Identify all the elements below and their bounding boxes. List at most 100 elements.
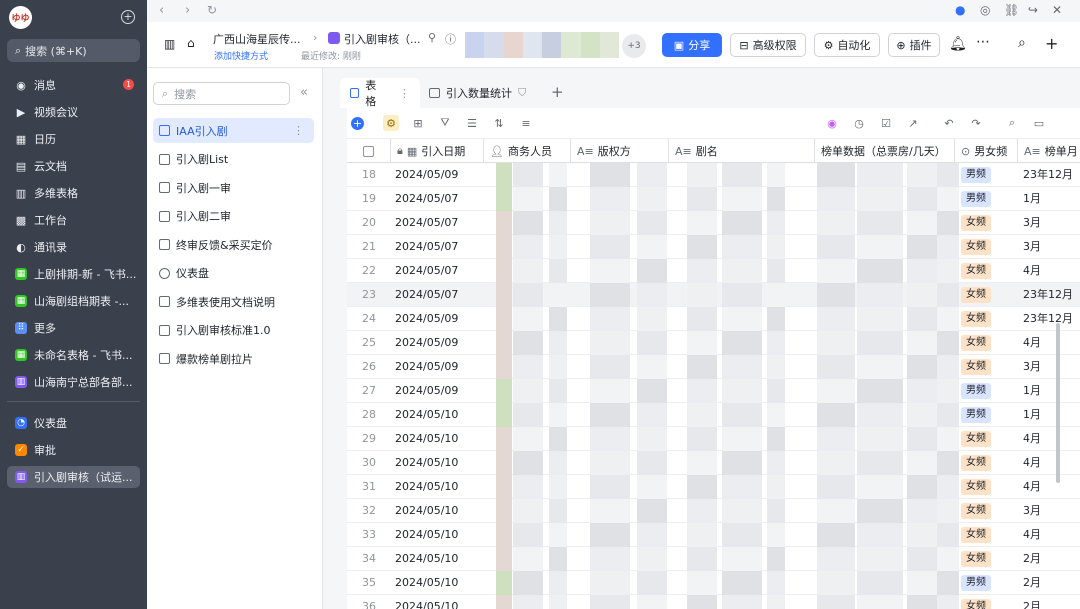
table-row[interactable]: 35 2024/05/10 男频 2月 — [347, 571, 1080, 595]
sidebar-table-3[interactable]: 引入剧二审 — [153, 204, 314, 229]
more-options-icon[interactable]: ⋯ — [976, 34, 990, 50]
new-plus-icon[interactable]: + — [121, 10, 135, 24]
home-icon[interactable]: ⌂ — [187, 36, 195, 50]
table-row[interactable]: 27 2024/05/09 男频 1月 — [347, 379, 1080, 403]
user-avatar[interactable]: ゆゆ — [9, 6, 32, 29]
checkbox-icon[interactable]: ☑ — [878, 115, 894, 131]
global-search[interactable]: ⌕ 搜索 (⌘+K) — [7, 39, 140, 62]
automation-button[interactable]: ⚙ 自动化 — [814, 33, 880, 57]
sort-icon[interactable]: ⇅ — [491, 115, 507, 131]
forward-share-icon[interactable]: ↪ — [1028, 3, 1038, 17]
add-view-icon[interactable]: + — [551, 83, 564, 101]
sidebar-table-1[interactable]: 引入剧List — [153, 147, 314, 172]
close-icon[interactable]: ✕ — [1052, 3, 1062, 17]
select-all-checkbox[interactable] — [347, 139, 391, 163]
sidebar-table-7[interactable]: 引入剧审核标准1.0 — [153, 318, 314, 343]
nav-item-3[interactable]: ▤ 云文档 — [7, 155, 140, 177]
back-arrow-icon[interactable]: ‹ — [159, 3, 164, 18]
nav-item-10[interactable]: ▦ 未命名表格 - 飞书... — [7, 344, 140, 366]
collaborator-avatars[interactable] — [465, 32, 619, 58]
doc-title[interactable]: 引入剧审核（... — [344, 31, 421, 47]
vertical-scrollbar[interactable] — [1056, 323, 1060, 483]
sidebar-search-input[interactable]: ⌕ 搜索 — [153, 82, 290, 105]
collapse-sidebar-icon[interactable]: « — [300, 85, 308, 100]
table-row[interactable]: 33 2024/05/10 女频 4月 — [347, 523, 1080, 547]
nav-item-7[interactable]: ▦ 上剧排期-新 - 飞书... — [7, 263, 140, 285]
nav-item-11[interactable]: ▥ 山海南宁总部各部... — [7, 371, 140, 393]
history-icon[interactable]: ◷ — [851, 115, 867, 131]
forward-arrow-icon[interactable]: › — [185, 3, 190, 18]
group-icon[interactable]: ☰ — [464, 115, 480, 131]
nav-item-12[interactable]: ◔ 仪表盘 — [7, 412, 140, 434]
sidebar-table-8[interactable]: 爆款榜单剧拉片 — [153, 346, 314, 371]
undo-icon[interactable]: ↶ — [941, 115, 957, 131]
nav-item-2[interactable]: ▦ 日历 — [7, 128, 140, 150]
sidebar-toggle-icon[interactable]: ▥ — [164, 37, 175, 51]
nav-item-6[interactable]: ◐ 通讯录 — [7, 236, 140, 258]
column-header-ranking-month[interactable]: A≡ 榜单月 — [1018, 139, 1080, 163]
column-header-ranking-data[interactable]: 榜单数据（总票房/几天） — [815, 139, 955, 163]
column-header-gender[interactable]: ⊙ 男女频 — [955, 139, 1018, 163]
nav-item-8[interactable]: ▦ 山海剧组档期表 -... — [7, 290, 140, 312]
table-row[interactable]: 31 2024/05/10 女频 4月 — [347, 475, 1080, 499]
link-icon[interactable]: ⛓ — [1004, 3, 1019, 17]
info-icon[interactable]: ⓘ — [445, 31, 456, 47]
tab-more-icon[interactable]: ⋮ — [399, 87, 410, 100]
column-header-copyright[interactable]: A≡ 版权方 — [571, 139, 669, 163]
table-row[interactable]: 29 2024/05/10 女频 4月 — [347, 427, 1080, 451]
search-doc-icon[interactable]: ⌕ — [1018, 35, 1026, 51]
table-row[interactable]: 25 2024/05/09 女频 4月 — [347, 331, 1080, 355]
row-height-icon[interactable]: ≡ — [518, 115, 534, 131]
breadcrumb-parent[interactable]: 广西山海星辰传... — [213, 31, 301, 47]
sidebar-table-6[interactable]: 多维表使用文档说明 — [153, 289, 314, 314]
refresh-icon[interactable]: ↻ — [207, 3, 217, 17]
plugin-button[interactable]: ⊕ 插件 — [888, 33, 940, 57]
nav-item-5[interactable]: ▩ 工作台 — [7, 209, 140, 231]
table-row[interactable]: 36 2024/05/10 女频 2月 — [347, 595, 1080, 609]
table-row[interactable]: 32 2024/05/10 女频 3月 — [347, 499, 1080, 523]
sidebar-table-5[interactable]: 仪表盘 — [153, 261, 314, 286]
comment-icon[interactable]: ▭ — [1031, 115, 1047, 131]
column-header-business[interactable]: 👤︎ 商务人员 — [484, 139, 571, 163]
export-icon[interactable]: ↗ — [905, 115, 921, 131]
assistant-icon[interactable]: ● — [955, 3, 965, 17]
column-header-title[interactable]: A≡ 剧名 — [669, 139, 815, 163]
more-icon[interactable]: ⋮ — [293, 124, 304, 137]
pin-icon[interactable]: ⚲ — [428, 31, 436, 44]
sidebar-table-0[interactable]: IAA引入剧 ⋮ — [153, 118, 314, 143]
nav-item-14[interactable]: ▥ 引入剧审核（试运... — [7, 466, 140, 488]
add-icon[interactable]: + — [1045, 34, 1058, 53]
table-row[interactable]: 30 2024/05/10 女频 4月 — [347, 451, 1080, 475]
table-row[interactable]: 22 2024/05/07 女频 4月 — [347, 259, 1080, 283]
add-record-icon[interactable]: + — [351, 117, 364, 130]
tab-table[interactable]: 表格 ⋮ — [340, 78, 420, 108]
tab-stats[interactable]: 引入数量统计 ⛉ — [419, 78, 536, 108]
add-shortcut-link[interactable]: 添加快捷方式 — [214, 49, 268, 62]
bell-icon[interactable]: 🔔︎ — [949, 36, 967, 52]
collaborator-count[interactable]: +3 — [622, 34, 646, 58]
nav-item-9[interactable]: ⠿ 更多 — [7, 317, 140, 339]
table-row[interactable]: 19 2024/05/07 男频 1月 — [347, 187, 1080, 211]
settings-icon[interactable]: ⚙ — [383, 115, 399, 131]
find-icon[interactable]: ⌕ — [1004, 115, 1020, 131]
nav-item-13[interactable]: ✓ 审批 — [7, 439, 140, 461]
column-header-date[interactable]: 🔒︎ ▦ 引入日期 — [391, 139, 484, 163]
filter-icon[interactable]: ⛛ — [437, 115, 453, 131]
redo-icon[interactable]: ↷ — [968, 115, 984, 131]
ai-icon[interactable]: ◉ — [824, 115, 840, 131]
table-row[interactable]: 23 2024/05/07 女频 23年12月 — [347, 283, 1080, 307]
table-row[interactable]: 21 2024/05/07 女频 3月 — [347, 235, 1080, 259]
nav-item-0[interactable]: ◉ 消息 1 — [7, 74, 140, 96]
table-row[interactable]: 18 2024/05/09 男频 23年12月 — [347, 163, 1080, 187]
nav-item-4[interactable]: ▥ 多维表格 — [7, 182, 140, 204]
sidebar-table-2[interactable]: 引入剧一审 — [153, 175, 314, 200]
compass-icon[interactable]: ◎ — [980, 3, 990, 17]
advanced-permission-button[interactable]: ⊟ 高级权限 — [730, 33, 806, 57]
table-row[interactable]: 24 2024/05/09 女频 23年12月 — [347, 307, 1080, 331]
table-row[interactable]: 20 2024/05/07 女频 3月 — [347, 211, 1080, 235]
share-button[interactable]: ▣ 分享 — [662, 33, 722, 57]
nav-item-1[interactable]: ▶ 视频会议 — [7, 101, 140, 123]
table-row[interactable]: 34 2024/05/10 女频 2月 — [347, 547, 1080, 571]
table-row[interactable]: 28 2024/05/10 男频 1月 — [347, 403, 1080, 427]
sidebar-table-4[interactable]: 终审反馈&采买定价 — [153, 232, 314, 257]
